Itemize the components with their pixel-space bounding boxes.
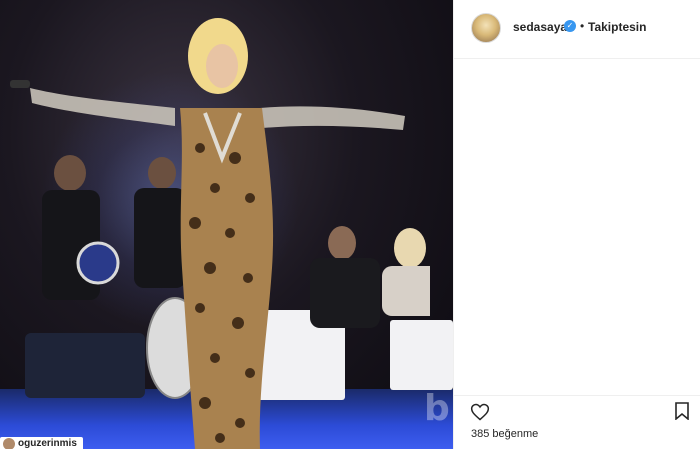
action-bar [454,395,700,426]
separator-dot: • [580,19,585,33]
post-sidebar: sedasayan ✓ • Takiptesin 385 beğenme [454,0,700,449]
credit-avatar [3,438,15,449]
post-photo[interactable]: b oguzerinmis [0,0,453,449]
likes-count[interactable]: 385 beğenme [471,428,538,440]
post-header: sedasayan ✓ • Takiptesin [454,0,700,59]
heart-icon[interactable] [470,402,490,422]
verified-badge-icon: ✓ [564,20,576,32]
photo-credit-label: oguzerinmis [18,438,77,449]
bookmark-icon[interactable] [674,402,690,420]
photo-credit-tag[interactable]: oguzerinmis [0,437,83,449]
avatar[interactable] [471,13,501,43]
follow-button[interactable]: Takiptesin [588,20,646,34]
singer-figure [10,18,430,449]
watermark-logo: b [424,388,450,429]
